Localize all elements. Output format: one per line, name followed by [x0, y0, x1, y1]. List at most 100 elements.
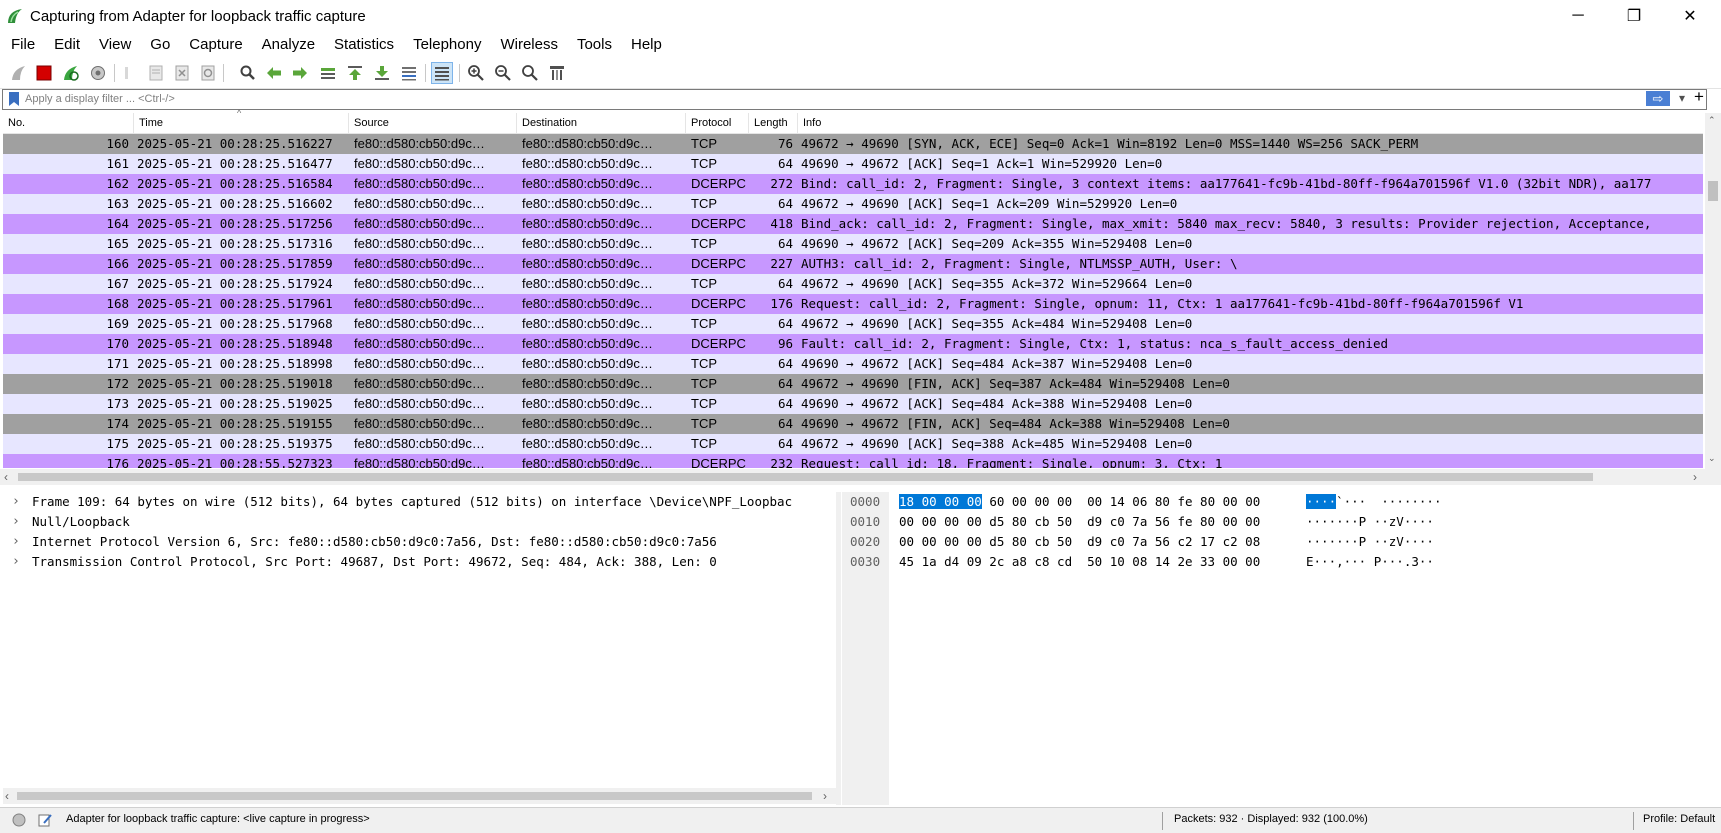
- details-row-null-loopback[interactable]: › Null/Loopback: [3, 512, 836, 532]
- expert-info-icon[interactable]: [12, 813, 26, 827]
- pane-splitter[interactable]: [836, 492, 841, 805]
- byte-ascii-row[interactable]: ·······P ··zV····: [1306, 532, 1434, 552]
- capture-comment-icon[interactable]: [37, 812, 53, 828]
- expand-chevron-icon[interactable]: ›: [12, 532, 24, 552]
- packet-row[interactable]: 166 2025-05-21 00:28:25.517859 fe80::d580:…: [3, 254, 1703, 274]
- packet-row[interactable]: 167 2025-05-21 00:28:25.517924 fe80::d580:…: [3, 274, 1703, 294]
- menu-tools[interactable]: Tools: [566, 32, 620, 58]
- packet-row[interactable]: 169 2025-05-21 00:28:25.517968 fe80::d580:…: [3, 314, 1703, 334]
- expand-chevron-icon[interactable]: ›: [12, 512, 24, 532]
- byte-ascii-row[interactable]: ····`··· ········: [1306, 492, 1441, 512]
- go-forward-icon[interactable]: [289, 62, 311, 84]
- profile-text[interactable]: Profile: Default: [1643, 813, 1715, 825]
- add-filter-button[interactable]: +: [1690, 87, 1708, 107]
- byte-hex-row[interactable]: 18 00 00 00 60 00 00 00 00 14 06 80 fe 8…: [899, 492, 1260, 512]
- byte-hex-row[interactable]: 00 00 00 00 d5 80 cb 50 d9 c0 7a 56 fe 8…: [899, 512, 1260, 532]
- zoom-in-icon[interactable]: [465, 62, 487, 84]
- column-header-info[interactable]: Info: [798, 113, 1703, 133]
- packet-row[interactable]: 161 2025-05-21 00:28:25.516477 fe80::d580:…: [3, 154, 1703, 174]
- stop-capture-icon[interactable]: [33, 62, 55, 84]
- packet-cell-no: 174: [106, 416, 129, 431]
- packet-list-scroll-thumb[interactable]: [1708, 181, 1718, 201]
- packet-row[interactable]: 165 2025-05-21 00:28:25.517316 fe80::d580:…: [3, 234, 1703, 254]
- column-header-length[interactable]: Length: [749, 113, 798, 133]
- capture-options-icon[interactable]: [87, 62, 109, 84]
- packet-row[interactable]: 168 2025-05-21 00:28:25.517961 fe80::d580:…: [3, 294, 1703, 314]
- packet-row[interactable]: 164 2025-05-21 00:28:25.517256 fe80::d580:…: [3, 214, 1703, 234]
- column-header-no[interactable]: No.: [3, 113, 134, 133]
- apply-filter-arrow-icon[interactable]: ⇨: [1646, 91, 1670, 106]
- go-to-packet-icon[interactable]: [317, 62, 339, 84]
- last-packet-icon[interactable]: [371, 62, 393, 84]
- column-header-destination[interactable]: Destination: [517, 113, 686, 133]
- menu-analyze[interactable]: Analyze: [251, 32, 323, 58]
- save-file-icon[interactable]: [145, 62, 167, 84]
- autoscroll-icon[interactable]: [398, 62, 420, 84]
- zoom-out-icon[interactable]: [492, 62, 514, 84]
- packet-row[interactable]: 174 2025-05-21 00:28:25.519155 fe80::d580:…: [3, 414, 1703, 434]
- bookmark-icon[interactable]: [8, 92, 20, 106]
- scroll-left-icon[interactable]: ‹: [4, 469, 8, 485]
- details-row-ipv6[interactable]: › Internet Protocol Version 6, Src: fe80:…: [3, 532, 836, 552]
- resize-columns-icon[interactable]: [546, 62, 568, 84]
- expand-chevron-icon[interactable]: ›: [12, 552, 24, 572]
- packet-row[interactable]: 171 2025-05-21 00:28:25.518998 fe80::d580:…: [3, 354, 1703, 374]
- details-horizontal-scrollbar[interactable]: ‹ ›: [3, 788, 836, 804]
- details-row-frame[interactable]: › Frame 109: 64 bytes on wire (512 bits),…: [3, 492, 836, 512]
- close-file-icon[interactable]: [171, 62, 193, 84]
- packet-list-hscroll-thumb[interactable]: [18, 473, 1593, 481]
- filter-dropdown-icon[interactable]: ▾: [1675, 90, 1689, 107]
- maximize-button[interactable]: ❐: [1606, 0, 1662, 32]
- reload-file-icon[interactable]: [197, 62, 219, 84]
- menu-help[interactable]: Help: [620, 32, 670, 58]
- menu-capture[interactable]: Capture: [178, 32, 250, 58]
- byte-hex-row[interactable]: 00 00 00 00 d5 80 cb 50 d9 c0 7a 56 c2 1…: [899, 532, 1260, 552]
- menu-statistics[interactable]: Statistics: [323, 32, 402, 58]
- packet-row[interactable]: 162 2025-05-21 00:28:25.516584 fe80::d580:…: [3, 174, 1703, 194]
- details-hscroll-thumb[interactable]: [17, 792, 812, 800]
- packet-row[interactable]: 175 2025-05-21 00:28:25.519375 fe80::d580:…: [3, 434, 1703, 454]
- find-packet-icon[interactable]: [237, 62, 259, 84]
- open-file-icon[interactable]: [118, 62, 140, 84]
- menu-telephony[interactable]: Telephony: [402, 32, 489, 58]
- restart-capture-icon[interactable]: [60, 62, 82, 84]
- column-header-time[interactable]: Time: [134, 113, 349, 133]
- byte-ascii-row[interactable]: ·······P ··zV····: [1306, 512, 1434, 532]
- packet-list-horizontal-scrollbar[interactable]: ‹ ›: [0, 469, 1721, 485]
- shark-fin-start-icon[interactable]: [8, 62, 30, 84]
- menu-wireless[interactable]: Wireless: [489, 32, 566, 58]
- packet-cell-proto: TCP: [691, 356, 717, 371]
- scroll-left-icon[interactable]: ‹: [5, 788, 9, 804]
- scroll-right-icon[interactable]: ›: [1693, 469, 1697, 485]
- packet-row[interactable]: 173 2025-05-21 00:28:25.519025 fe80::d580:…: [3, 394, 1703, 414]
- minimize-button[interactable]: ─: [1550, 0, 1606, 32]
- menu-edit[interactable]: Edit: [43, 32, 88, 58]
- go-back-icon[interactable]: [263, 62, 285, 84]
- expand-chevron-icon[interactable]: ›: [12, 492, 24, 512]
- packet-row[interactable]: 163 2025-05-21 00:28:25.516602 fe80::d580:…: [3, 194, 1703, 214]
- packet-cell-time: 2025-05-21 00:28:25.519018: [137, 376, 333, 391]
- close-button[interactable]: ✕: [1662, 0, 1718, 32]
- packet-row[interactable]: 172 2025-05-21 00:28:25.519018 fe80::d580:…: [3, 374, 1703, 394]
- menu-file[interactable]: File: [0, 32, 43, 58]
- normal-size-icon[interactable]: [519, 62, 541, 84]
- packet-row[interactable]: 176 2025-05-21 00:28:55.527323 fe80::d580:…: [3, 454, 1703, 468]
- packet-row[interactable]: 160 2025-05-21 00:28:25.516227 fe80::d580:…: [3, 134, 1703, 154]
- packet-list-vertical-scrollbar[interactable]: ⌃ ⌄: [1705, 113, 1721, 469]
- colorize-icon[interactable]: [431, 62, 453, 84]
- packet-row[interactable]: 170 2025-05-21 00:28:25.518948 fe80::d580:…: [3, 334, 1703, 354]
- byte-hex-row[interactable]: 45 1a d4 09 2c a8 c8 cd 50 10 08 14 2e 3…: [899, 552, 1260, 572]
- display-filter-input[interactable]: [25, 91, 1645, 107]
- menu-view[interactable]: View: [88, 32, 139, 58]
- packet-cell-src: fe80::d580:cb50:d9c…: [354, 276, 485, 291]
- menu-go[interactable]: Go: [139, 32, 178, 58]
- first-packet-icon[interactable]: [344, 62, 366, 84]
- packet-cell-dst: fe80::d580:cb50:d9c…: [522, 256, 653, 271]
- column-header-protocol[interactable]: Protocol: [686, 113, 749, 133]
- byte-ascii-row[interactable]: E···,··· P···.3··: [1306, 552, 1434, 572]
- details-row-tcp[interactable]: › Transmission Control Protocol, Src Port…: [3, 552, 836, 572]
- scroll-right-icon[interactable]: ›: [823, 788, 827, 804]
- scroll-up-icon[interactable]: ⌃: [1708, 115, 1716, 126]
- column-header-source[interactable]: Source: [349, 113, 517, 133]
- scroll-down-icon[interactable]: ⌄: [1708, 453, 1716, 464]
